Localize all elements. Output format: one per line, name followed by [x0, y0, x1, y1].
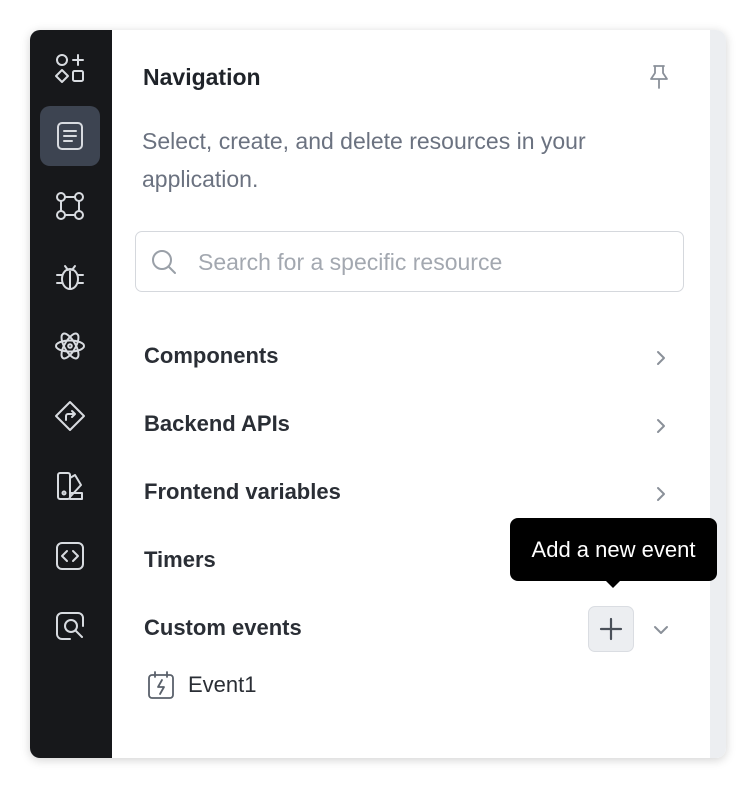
inspect-search-icon: [56, 612, 84, 640]
section-label: Backend APIs: [144, 411, 290, 436]
calendar-bolt-icon: [148, 671, 174, 699]
rail-item-inspect[interactable]: [40, 596, 100, 656]
section-label: Custom events: [144, 615, 302, 640]
chevron-down-icon[interactable]: [648, 617, 674, 643]
panel-description: Select, create, and delete resources in …: [142, 128, 586, 192]
search-input[interactable]: [196, 242, 670, 282]
chevron-right-icon: [648, 413, 674, 439]
code-icon: [56, 542, 84, 570]
rail-item-documents[interactable]: [40, 106, 100, 166]
search-icon: [152, 250, 176, 274]
rail-item-workflow[interactable]: [40, 176, 100, 236]
rail-item-code[interactable]: [40, 526, 100, 586]
add-event-button[interactable]: [588, 606, 634, 652]
plus-icon: [599, 617, 623, 641]
pin-icon: [650, 65, 668, 89]
icon-rail: [30, 30, 112, 758]
rail-item-add-shapes[interactable]: [40, 38, 100, 98]
app-window: Navigation Select, create, and delete re…: [30, 30, 726, 758]
react-atom-icon: [55, 332, 85, 360]
rail-item-routes[interactable]: [40, 386, 100, 446]
chevron-right-icon: [648, 345, 674, 371]
bug-icon: [56, 265, 84, 290]
event-label: Event1: [188, 672, 257, 697]
rail-item-react[interactable]: [40, 316, 100, 376]
resource-search: [135, 231, 684, 292]
chevron-right-icon: [648, 481, 674, 507]
scrollbar-track[interactable]: [710, 30, 726, 758]
section-label: Timers: [144, 547, 216, 572]
event-item[interactable]: Event1: [146, 668, 346, 704]
nav-section-components[interactable]: Components: [144, 333, 674, 383]
document-list-icon: [57, 122, 83, 150]
theme-palette-icon: [57, 472, 83, 500]
workflow-icon: [56, 192, 84, 220]
add-event-tooltip: Add a new event: [510, 518, 717, 581]
rail-item-debug[interactable]: [40, 246, 100, 306]
tooltip-arrow: [605, 580, 621, 588]
section-label: Components: [144, 343, 279, 368]
rail-item-theme[interactable]: [40, 456, 100, 516]
section-label: Frontend variables: [144, 479, 341, 504]
route-sign-icon: [55, 401, 85, 431]
pin-panel-button[interactable]: [642, 60, 676, 94]
nav-section-backend-apis[interactable]: Backend APIs: [144, 401, 674, 451]
nav-section-frontend-variables[interactable]: Frontend variables: [144, 469, 674, 519]
navigation-panel: Navigation Select, create, and delete re…: [112, 30, 726, 758]
panel-title: Navigation: [143, 64, 261, 90]
add-shapes-icon: [55, 54, 84, 83]
